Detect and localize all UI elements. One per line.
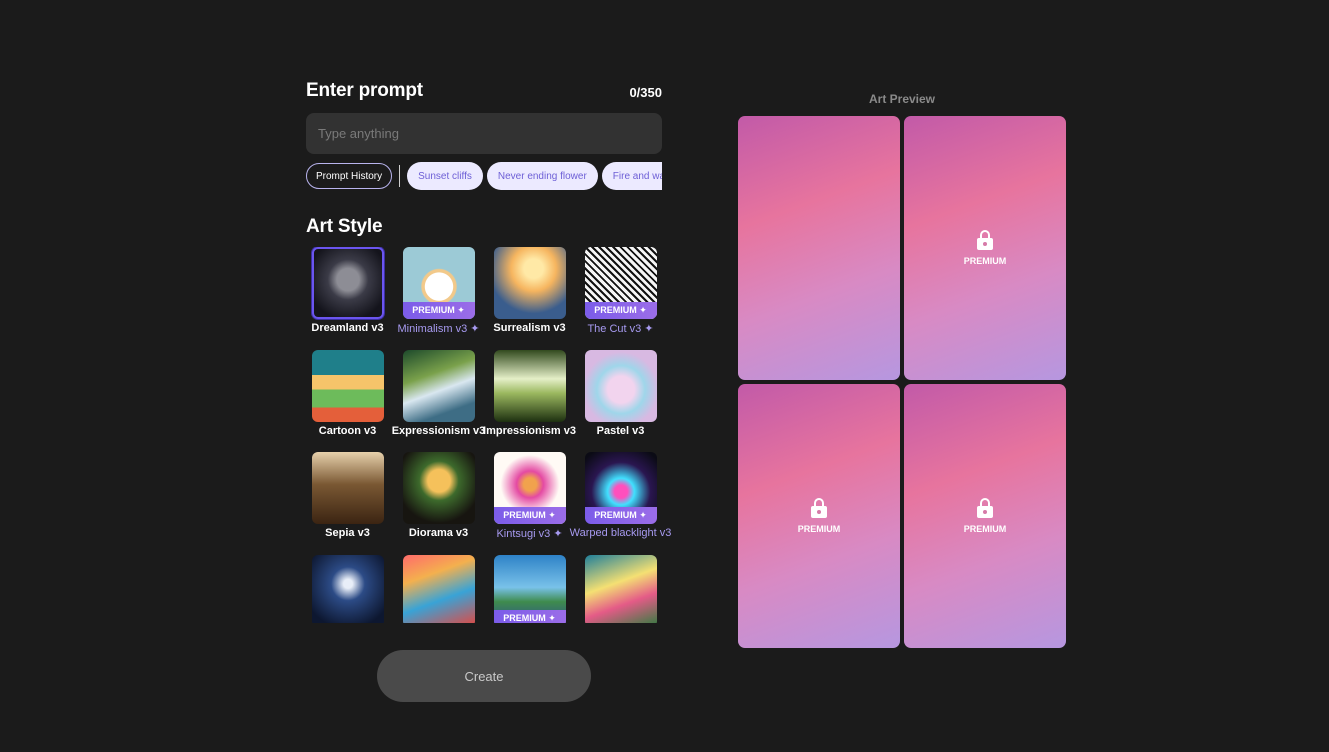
art-style-label: Dreamland v3 [311,322,384,334]
art-style-tile[interactable] [302,555,393,623]
art-style-tile[interactable]: Sepia v3 [302,452,393,540]
premium-label: PREMIUM [963,256,1007,266]
premium-badge: PREMIUM ✦ [584,302,657,319]
prompt-input[interactable] [306,113,662,154]
art-style-thumbnail: PREMIUM ✦ [493,555,566,623]
create-button[interactable]: Create [377,650,591,702]
art-style-thumbnail [402,452,475,524]
art-style-tile[interactable]: PREMIUM ✦ The Cut v3 ✦ [575,247,666,335]
art-style-thumbnail [311,452,384,524]
art-style-label: Warped blacklight v3 [569,527,672,539]
lock-icon [811,498,827,518]
character-counter: 0/350 [629,85,662,100]
art-style-thumbnail: PREMIUM ✦ [493,452,566,524]
prompt-chips: Prompt History Sunset cliffs Never endin… [306,162,662,190]
prompt-panel: Enter prompt 0/350 Prompt History Sunset… [306,78,671,623]
art-style-tile[interactable] [575,555,666,623]
art-style-grid: Dreamland v3 PREMIUM ✦ Minimalism v3 ✦ Surr… [302,247,672,623]
art-preview-card[interactable]: PREMIUM [904,116,1066,380]
art-style-thumbnail: PREMIUM ✦ [402,247,475,319]
art-style-label: Cartoon v3 [318,425,377,437]
art-style-tile[interactable]: PREMIUM ✦ Minimalism v3 ✦ [393,247,484,335]
art-preview-card[interactable] [738,116,900,380]
art-style-tile[interactable]: Impressionism v3 [483,350,576,437]
art-style-thumbnail [402,555,475,623]
art-style-tile[interactable]: Surrealism v3 [484,247,575,335]
art-style-tile[interactable]: Diorama v3 [393,452,484,540]
art-style-thumbnail: PREMIUM ✦ [584,247,657,319]
art-style-thumbnail: PREMIUM ✦ [584,452,657,524]
art-style-label: Diorama v3 [408,527,469,539]
art-style-label: Pastel v3 [596,425,645,437]
art-preview-card[interactable]: PREMIUM [904,384,1066,648]
art-style-label: Kintsugi v3 ✦ [496,528,563,540]
art-style-thumbnail [493,350,566,422]
premium-label: PREMIUM [963,524,1007,534]
art-style-label: The Cut v3 ✦ [587,323,654,335]
art-style-tile[interactable]: Cartoon v3 [302,350,393,437]
art-style-label: Minimalism v3 ✦ [397,323,480,335]
art-style-tile[interactable] [393,555,484,623]
art-preview-card[interactable]: PREMIUM [738,384,900,648]
premium-label: PREMIUM [797,524,841,534]
art-style-thumbnail [311,350,384,422]
premium-badge: PREMIUM ✦ [493,507,566,524]
art-style-thumbnail [493,247,566,319]
art-preview-title: Art Preview [868,92,936,106]
art-style-thumbnail [311,247,384,319]
suggestion-chip[interactable]: Never ending flower [486,162,598,190]
art-style-tile[interactable]: PREMIUM ✦ Kintsugi v3 ✦ [484,452,575,540]
prompt-title: Enter prompt [306,80,423,101]
premium-badge: PREMIUM ✦ [493,610,566,623]
suggestion-chip[interactable]: Fire and water [601,162,662,190]
prompt-history-button[interactable]: Prompt History [306,163,393,189]
art-style-thumbnail [584,555,657,623]
lock-icon [977,230,993,250]
art-style-thumbnail [402,350,475,422]
art-style-label: Sepia v3 [325,527,370,539]
art-style-thumbnail [584,350,657,422]
art-style-thumbnail [311,555,384,623]
art-style-tile[interactable]: PREMIUM ✦ [484,555,575,623]
premium-badge: PREMIUM ✦ [584,507,657,524]
suggestion-chip[interactable]: Sunset cliffs [407,162,483,190]
art-style-tile[interactable]: Expressionism v3 [391,350,486,437]
lock-icon [977,498,993,518]
art-style-title: Art Style [306,216,383,237]
chip-divider [399,165,401,187]
premium-badge: PREMIUM ✦ [402,302,475,319]
prompt-header: Enter prompt 0/350 [306,78,662,102]
art-style-tile[interactable]: Dreamland v3 [302,247,393,335]
art-style-tile[interactable]: Pastel v3 [575,350,666,437]
art-style-label: Surrealism v3 [493,322,566,334]
art-style-label: Expressionism v3 [391,425,486,437]
art-style-label: Impressionism v3 [483,425,576,437]
art-preview-grid: PREMIUM PREMIUM PREMIUM [738,116,1066,648]
art-style-scroll[interactable]: Dreamland v3 PREMIUM ✦ Minimalism v3 ✦ Surr… [302,247,672,623]
art-style-tile[interactable]: PREMIUM ✦ Warped blacklight v3 [570,452,671,540]
